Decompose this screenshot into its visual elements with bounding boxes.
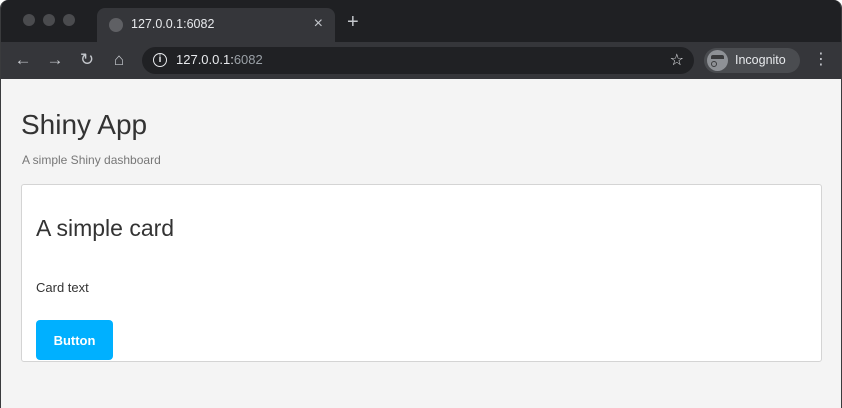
url-host: 127.0.0.1: [176, 52, 234, 67]
url-port: 6082 [233, 52, 263, 67]
forward-arrow-icon[interactable]: → [45, 50, 65, 70]
browser-window: 127.0.0.1:6082 × + ← → ↻ ⌂ i 127.0.0.1:6… [0, 0, 842, 408]
address-url[interactable]: 127.0.0.1:6082 [176, 52, 263, 67]
address-bar[interactable]: i 127.0.0.1:6082 ☆ [142, 47, 694, 74]
browser-tab[interactable]: 127.0.0.1:6082 × [97, 8, 335, 42]
kebab-menu-icon[interactable]: ⋮ [813, 51, 829, 69]
card-title: A simple card [36, 215, 175, 241]
minimize-window-dot[interactable] [43, 14, 55, 26]
new-tab-icon[interactable]: + [347, 12, 359, 32]
bookmark-star-icon[interactable]: ☆ [670, 50, 684, 70]
tab-title: 127.0.0.1:6082 [131, 17, 215, 31]
info-icon[interactable]: i [153, 53, 167, 67]
close-window-dot[interactable] [23, 14, 35, 26]
incognito-label: Incognito [735, 53, 786, 67]
back-arrow-icon[interactable]: ← [13, 50, 33, 70]
browser-toolbar: ← → ↻ ⌂ i 127.0.0.1:6082 ☆ Incognito ⋮ [1, 42, 841, 79]
page-content: Shiny App A simple Shiny dashboard A sim… [1, 79, 841, 408]
tab-strip: 127.0.0.1:6082 × + [1, 0, 841, 42]
reload-icon[interactable]: ↻ [77, 50, 97, 70]
home-icon[interactable]: ⌂ [109, 50, 129, 70]
incognito-badge[interactable]: Incognito [704, 48, 800, 73]
page-subtitle: A simple Shiny dashboard [22, 153, 161, 167]
globe-icon [109, 18, 123, 32]
incognito-icon [707, 50, 728, 71]
card: A simple card Card text Button [21, 184, 822, 362]
page-title: Shiny App [21, 109, 148, 140]
maximize-window-dot[interactable] [63, 14, 75, 26]
card-text: Card text [36, 280, 89, 295]
card-button[interactable]: Button [36, 320, 113, 360]
close-tab-icon[interactable]: × [314, 15, 323, 33]
